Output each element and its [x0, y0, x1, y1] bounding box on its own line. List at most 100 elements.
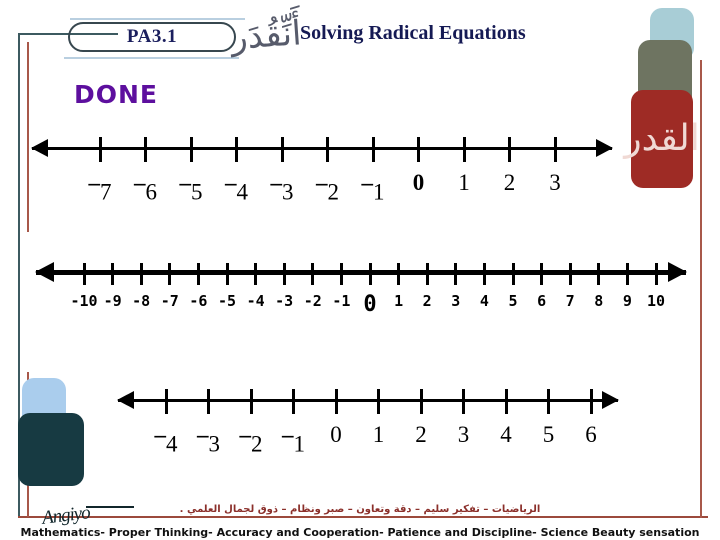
axis-tick: [144, 137, 147, 162]
number-line-2: -10 -9 -8 -7 -6 -5 -4 -3 -2 -1 0 1 2 3 4 5 6 7 8 9 10: [35, 262, 687, 332]
axis-tick: [164, 389, 168, 414]
footer-english-text: Mathematics- Proper Thinking- Accuracy a…: [20, 526, 700, 539]
axis-arrow-left: [31, 139, 48, 157]
axis-tick: [371, 137, 375, 162]
axis-tick: [207, 389, 210, 414]
axis-tick-label: 0: [412, 170, 425, 195]
axis-tick: [168, 263, 172, 285]
axis-tick-label: –7: [88, 170, 112, 205]
axis-tick-label: 1: [458, 170, 470, 195]
axis-tick-label: –4: [154, 422, 178, 457]
axis-tick-label: –3: [197, 422, 220, 457]
raised-minus-sign: –: [270, 170, 283, 195]
axis-tick: [508, 137, 511, 162]
axis-tick-label: 2: [415, 422, 427, 447]
axis-tick-label: -5: [217, 292, 237, 310]
axis-tick: [254, 263, 258, 285]
raised-minus-sign: –: [225, 170, 237, 195]
axis-tick: [454, 263, 458, 285]
axis-tick-label: 6: [537, 292, 547, 310]
axis-tick-label: 10: [646, 292, 666, 310]
badge-rule-top: [70, 18, 245, 20]
axis-tick: [282, 263, 286, 285]
axis-arrow-right: [668, 262, 687, 282]
axis-tick-label: –1: [282, 422, 305, 457]
axis-tick: [292, 389, 295, 414]
axis-tick-label: 2: [422, 292, 432, 310]
axis-tick-label: 1: [394, 292, 404, 310]
decor-shape-teal-bottom: [18, 413, 84, 486]
axis-tick: [597, 263, 601, 285]
axis-tick-label: 3: [451, 292, 461, 310]
decor-shape-red-right: القدر: [624, 90, 700, 188]
axis-tick-label: –5: [179, 170, 203, 205]
lesson-code-label: PA3.1: [126, 26, 178, 47]
axis-tick-label: 0: [330, 422, 342, 447]
axis-tick-label: 8: [594, 292, 604, 310]
axis-arrow-right: [595, 139, 613, 157]
axis-tick-label: 3: [549, 170, 561, 195]
axis-tick-label: –6: [134, 170, 157, 205]
axis-tick: [568, 263, 572, 285]
axis-tick-label: -3: [275, 292, 294, 310]
axis-tick-label: 9: [622, 292, 632, 310]
axis-tick: [625, 263, 629, 285]
raised-minus-sign: –: [361, 170, 374, 195]
axis-tick-label: –2: [316, 170, 339, 205]
axis-tick: [504, 389, 508, 414]
axis-tick: [425, 263, 429, 285]
axis-tick: [339, 263, 343, 285]
raised-minus-sign: –: [239, 422, 252, 447]
axis-tick: [462, 137, 466, 162]
axis-tick-label: -4: [246, 292, 265, 310]
axis-tick: [98, 137, 102, 162]
frame-bottom-rule: [18, 516, 708, 518]
raised-minus-sign: –: [88, 170, 101, 195]
number-line-1: –7 –6 –5 –4 –3 –2 –1 0 1 2 3: [31, 137, 613, 208]
axis-tick-label: -7: [160, 292, 179, 310]
axis-tick: [111, 263, 115, 285]
axis-tick: [189, 137, 193, 162]
axis-tick-label: 1: [372, 422, 385, 447]
axis-tick-label: -1: [332, 292, 351, 310]
axis-tick: [377, 389, 380, 414]
raised-minus-sign: –: [154, 422, 167, 447]
axis-tick: [540, 263, 544, 285]
frame-right-accent-line: [700, 60, 702, 518]
axis-arrow-right: [601, 391, 619, 409]
axis-tick: [482, 263, 486, 285]
axis-tick: [139, 263, 143, 285]
axis-tick-label: -9: [103, 292, 122, 310]
axis-tick: [462, 389, 465, 414]
axis-tick: [82, 263, 86, 285]
axis-tick: [419, 389, 423, 414]
frame-accent-line-upper: [27, 42, 29, 232]
calligraphy-logo-icon: أَنِّقُدَر: [229, 13, 303, 59]
axis-tick-label: -2: [303, 292, 322, 310]
axis-tick-label: 5: [508, 292, 518, 310]
axis-arrow-left: [117, 391, 134, 409]
axis-tick: [280, 137, 284, 162]
status-badge: DONE: [74, 80, 159, 109]
raised-minus-sign: –: [179, 170, 192, 195]
axis-tick: [589, 389, 593, 414]
axis-tick: [225, 263, 229, 285]
axis-tick: [368, 263, 372, 285]
axis-tick-label: –4: [225, 170, 248, 205]
axis-tick-label: 0: [363, 292, 377, 317]
page-title: Solving Radical Equations: [300, 22, 526, 44]
axis-tick-label: –3: [270, 170, 294, 205]
axis-arrow-left: [35, 262, 54, 282]
axis-tick: [235, 137, 238, 162]
badge-rule-bottom: [64, 57, 239, 59]
axis-line: [32, 146, 612, 150]
axis-tick: [334, 389, 338, 414]
axis-tick: [397, 263, 401, 285]
axis-tick-label: 7: [565, 292, 575, 310]
axis-line: [118, 398, 618, 402]
axis-tick: [547, 389, 550, 414]
axis-tick-label: -10: [70, 292, 98, 310]
axis-tick: [311, 263, 315, 285]
raised-minus-sign: –: [282, 422, 294, 447]
axis-tick-label: 5: [542, 422, 555, 447]
